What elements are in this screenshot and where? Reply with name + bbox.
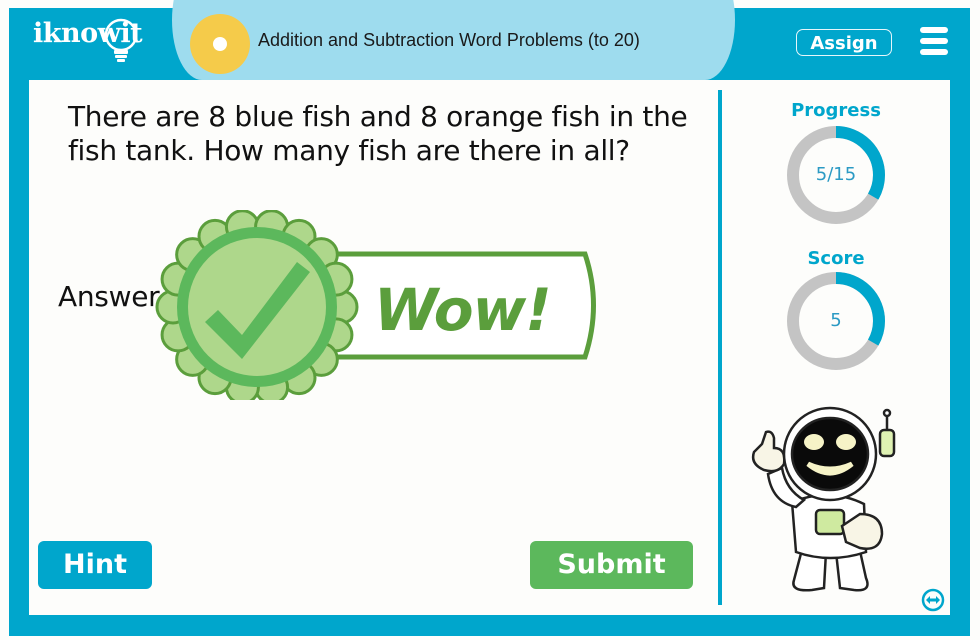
- panel-divider: [718, 90, 722, 605]
- lesson-title: Addition and Subtraction Word Problems (…: [258, 30, 640, 50]
- wow-text: Wow!: [374, 276, 552, 344]
- progress-value: 5/15: [815, 164, 857, 185]
- expand-horizontal-icon[interactable]: [921, 588, 945, 612]
- submit-button[interactable]: Submit: [530, 541, 693, 589]
- assign-button[interactable]: Assign: [796, 29, 892, 56]
- progress-label: Progress: [791, 100, 881, 121]
- question-text: There are 8 blue fish and 8 orange fish …: [68, 100, 688, 167]
- lightbulb-logo-icon: [104, 18, 138, 62]
- hamburger-menu-icon[interactable]: [920, 27, 948, 55]
- answer-label: Answer: [58, 280, 160, 313]
- sun-badge-icon: [190, 14, 250, 74]
- astronaut-robot-mascot: [751, 406, 896, 592]
- score-value: 5: [830, 310, 842, 331]
- hint-button[interactable]: Hint: [38, 541, 152, 589]
- sun-center-dot: [213, 37, 227, 51]
- score-label: Score: [807, 248, 865, 269]
